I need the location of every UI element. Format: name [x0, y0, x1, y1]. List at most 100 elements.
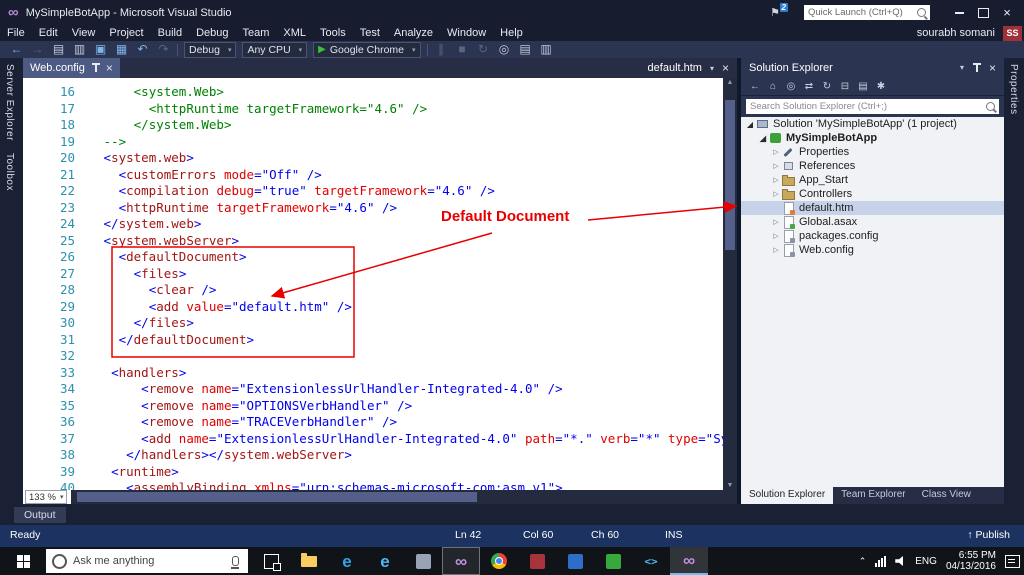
- user-avatar[interactable]: SS: [1003, 26, 1022, 41]
- tree-item-app-start[interactable]: ▷App_Start: [741, 173, 1004, 187]
- code-line-17[interactable]: 17 <httpRuntime targetFramework="4.6" />: [23, 101, 723, 118]
- sidebar-tab-properties[interactable]: Properties: [1004, 58, 1023, 121]
- menu-edit[interactable]: Edit: [32, 27, 65, 39]
- minimize-button[interactable]: [948, 4, 970, 22]
- taskbar-task-view[interactable]: [252, 547, 290, 575]
- expander-expanded-icon[interactable]: ◢: [745, 120, 755, 129]
- tree-item-properties[interactable]: ▷Properties: [741, 145, 1004, 159]
- language-indicator[interactable]: ENG: [915, 556, 937, 567]
- show-all-files-icon[interactable]: ▤: [855, 81, 871, 92]
- sync-with-active-document-icon[interactable]: ⇄: [801, 81, 817, 92]
- scrollbar-thumb[interactable]: [725, 100, 735, 250]
- code-line-40[interactable]: 40 <assemblyBinding xmlns="urn:schemas-m…: [23, 480, 723, 490]
- home-icon[interactable]: ⌂: [765, 81, 781, 92]
- start-button[interactable]: [0, 547, 46, 575]
- refresh-icon[interactable]: ↻: [819, 81, 835, 92]
- restart-icon[interactable]: ↻: [473, 41, 494, 58]
- taskbar-visual-studio[interactable]: ∞: [670, 547, 708, 575]
- code-line-29[interactable]: 29 <add value="default.htm" />: [23, 299, 723, 316]
- properties-icon[interactable]: ✱: [873, 81, 889, 92]
- network-icon[interactable]: [875, 556, 886, 567]
- panel-tab-class-view[interactable]: Class View: [914, 487, 979, 504]
- scope-icon[interactable]: ◎: [783, 81, 799, 92]
- menu-view[interactable]: View: [65, 27, 103, 39]
- microphone-icon[interactable]: [232, 556, 239, 566]
- menu-debug[interactable]: Debug: [189, 27, 235, 39]
- menu-help[interactable]: Help: [493, 27, 530, 39]
- tree-item-mysimplebotapp[interactable]: ◢MySimpleBotApp: [741, 131, 1004, 145]
- code-line-35[interactable]: 35 <remove name="OPTIONSVerbHandler" />: [23, 398, 723, 415]
- menu-project[interactable]: Project: [102, 27, 150, 39]
- tree-item-global-asax[interactable]: ▷Global.asax: [741, 215, 1004, 229]
- scroll-down-icon[interactable]: ▼: [723, 482, 737, 489]
- find-icon[interactable]: ◎: [494, 41, 515, 58]
- code-line-37[interactable]: 37 <add name="ExtensionlessUrlHandler-In…: [23, 431, 723, 448]
- pin-icon[interactable]: [91, 63, 100, 73]
- tree-item-controllers[interactable]: ▷Controllers: [741, 187, 1004, 201]
- tab-web-config[interactable]: Web.config ×: [23, 58, 120, 78]
- taskbar-google-chrome[interactable]: [480, 547, 518, 575]
- close-icon[interactable]: ×: [722, 62, 729, 74]
- scroll-up-icon[interactable]: ▲: [723, 79, 737, 86]
- tree-item-default-htm[interactable]: default.htm: [741, 201, 1004, 215]
- signed-in-user[interactable]: sourabh somani: [917, 27, 995, 39]
- chevron-down-icon[interactable]: ▾: [960, 63, 964, 72]
- code-line-33[interactable]: 33 <handlers>: [23, 365, 723, 382]
- clock[interactable]: 6:55 PM 04/13/2016: [946, 550, 996, 572]
- redo-icon[interactable]: ↷: [153, 41, 174, 58]
- code-line-24[interactable]: 24 </system.web>: [23, 216, 723, 233]
- notifications-flag-icon[interactable]: ⚑2: [770, 6, 780, 19]
- tree-item-references[interactable]: ▷References: [741, 159, 1004, 173]
- taskbar-code-app[interactable]: <>: [632, 547, 670, 575]
- close-icon[interactable]: ×: [106, 62, 113, 74]
- back-icon[interactable]: ←: [747, 81, 763, 92]
- code-line-32[interactable]: 32: [23, 348, 723, 365]
- expander-collapsed-icon[interactable]: ▷: [771, 232, 781, 240]
- expander-expanded-icon[interactable]: ◢: [758, 134, 768, 143]
- taskbar-blue-app[interactable]: [556, 547, 594, 575]
- solution-platforms-dropdown[interactable]: Any CPU▾: [242, 42, 307, 58]
- close-icon[interactable]: ×: [989, 62, 996, 74]
- start-debugging-button[interactable]: ▶ Google Chrome▾: [313, 42, 420, 58]
- taskbar-gray-app[interactable]: [404, 547, 442, 575]
- code-line-38[interactable]: 38 </handlers></system.webServer>: [23, 447, 723, 464]
- menu-xml[interactable]: XML: [276, 27, 313, 39]
- expander-collapsed-icon[interactable]: ▷: [771, 246, 781, 254]
- code-line-31[interactable]: 31 </defaultDocument>: [23, 332, 723, 349]
- undo-icon[interactable]: ↶: [132, 41, 153, 58]
- taskbar-red-app[interactable]: [518, 547, 556, 575]
- search-input[interactable]: Search Solution Explorer (Ctrl+;): [746, 99, 999, 114]
- menu-build[interactable]: Build: [151, 27, 189, 39]
- menu-test[interactable]: Test: [353, 27, 387, 39]
- code-line-23[interactable]: 23 <httpRuntime targetFramework="4.6" />: [23, 200, 723, 217]
- stop-icon[interactable]: ■: [452, 41, 473, 58]
- new-file-icon[interactable]: ▤: [48, 41, 69, 58]
- code-line-20[interactable]: 20 <system.web>: [23, 150, 723, 167]
- chevron-down-icon[interactable]: ▾: [710, 64, 714, 73]
- menu-analyze[interactable]: Analyze: [387, 27, 440, 39]
- code-line-28[interactable]: 28 <clear />: [23, 282, 723, 299]
- menu-window[interactable]: Window: [440, 27, 493, 39]
- open-file-icon[interactable]: ▥: [69, 41, 90, 58]
- tab-output[interactable]: Output: [14, 507, 66, 523]
- tree-item-solution-mysimplebotapp-1-project-[interactable]: ◢Solution 'MySimpleBotApp' (1 project): [741, 117, 1004, 131]
- expander-collapsed-icon[interactable]: ▷: [771, 162, 781, 170]
- nav-back-icon[interactable]: ←: [6, 41, 27, 58]
- cortana-search-input[interactable]: Ask me anything: [46, 549, 248, 573]
- menu-tools[interactable]: Tools: [313, 27, 353, 39]
- code-line-25[interactable]: 25 <system.webServer>: [23, 233, 723, 250]
- code-line-27[interactable]: 27 <files>: [23, 266, 723, 283]
- maximize-button[interactable]: [972, 4, 994, 22]
- pause-icon[interactable]: ∥: [431, 41, 452, 58]
- taskbar-file-explorer[interactable]: [290, 547, 328, 575]
- code-line-30[interactable]: 30 </files>: [23, 315, 723, 332]
- code-line-26[interactable]: 26 <defaultDocument>: [23, 249, 723, 266]
- expander-collapsed-icon[interactable]: ▷: [771, 190, 781, 198]
- code-line-39[interactable]: 39 <runtime>: [23, 464, 723, 481]
- expander-collapsed-icon[interactable]: ▷: [771, 148, 781, 156]
- code-line-34[interactable]: 34 <remove name="ExtensionlessUrlHandler…: [23, 381, 723, 398]
- editor-horizontal-scrollbar[interactable]: [71, 490, 737, 504]
- panel-tab-solution-explorer[interactable]: Solution Explorer: [741, 487, 833, 504]
- code-line-19[interactable]: 19 -->: [23, 134, 723, 151]
- uncomment-icon[interactable]: ▥: [536, 41, 557, 58]
